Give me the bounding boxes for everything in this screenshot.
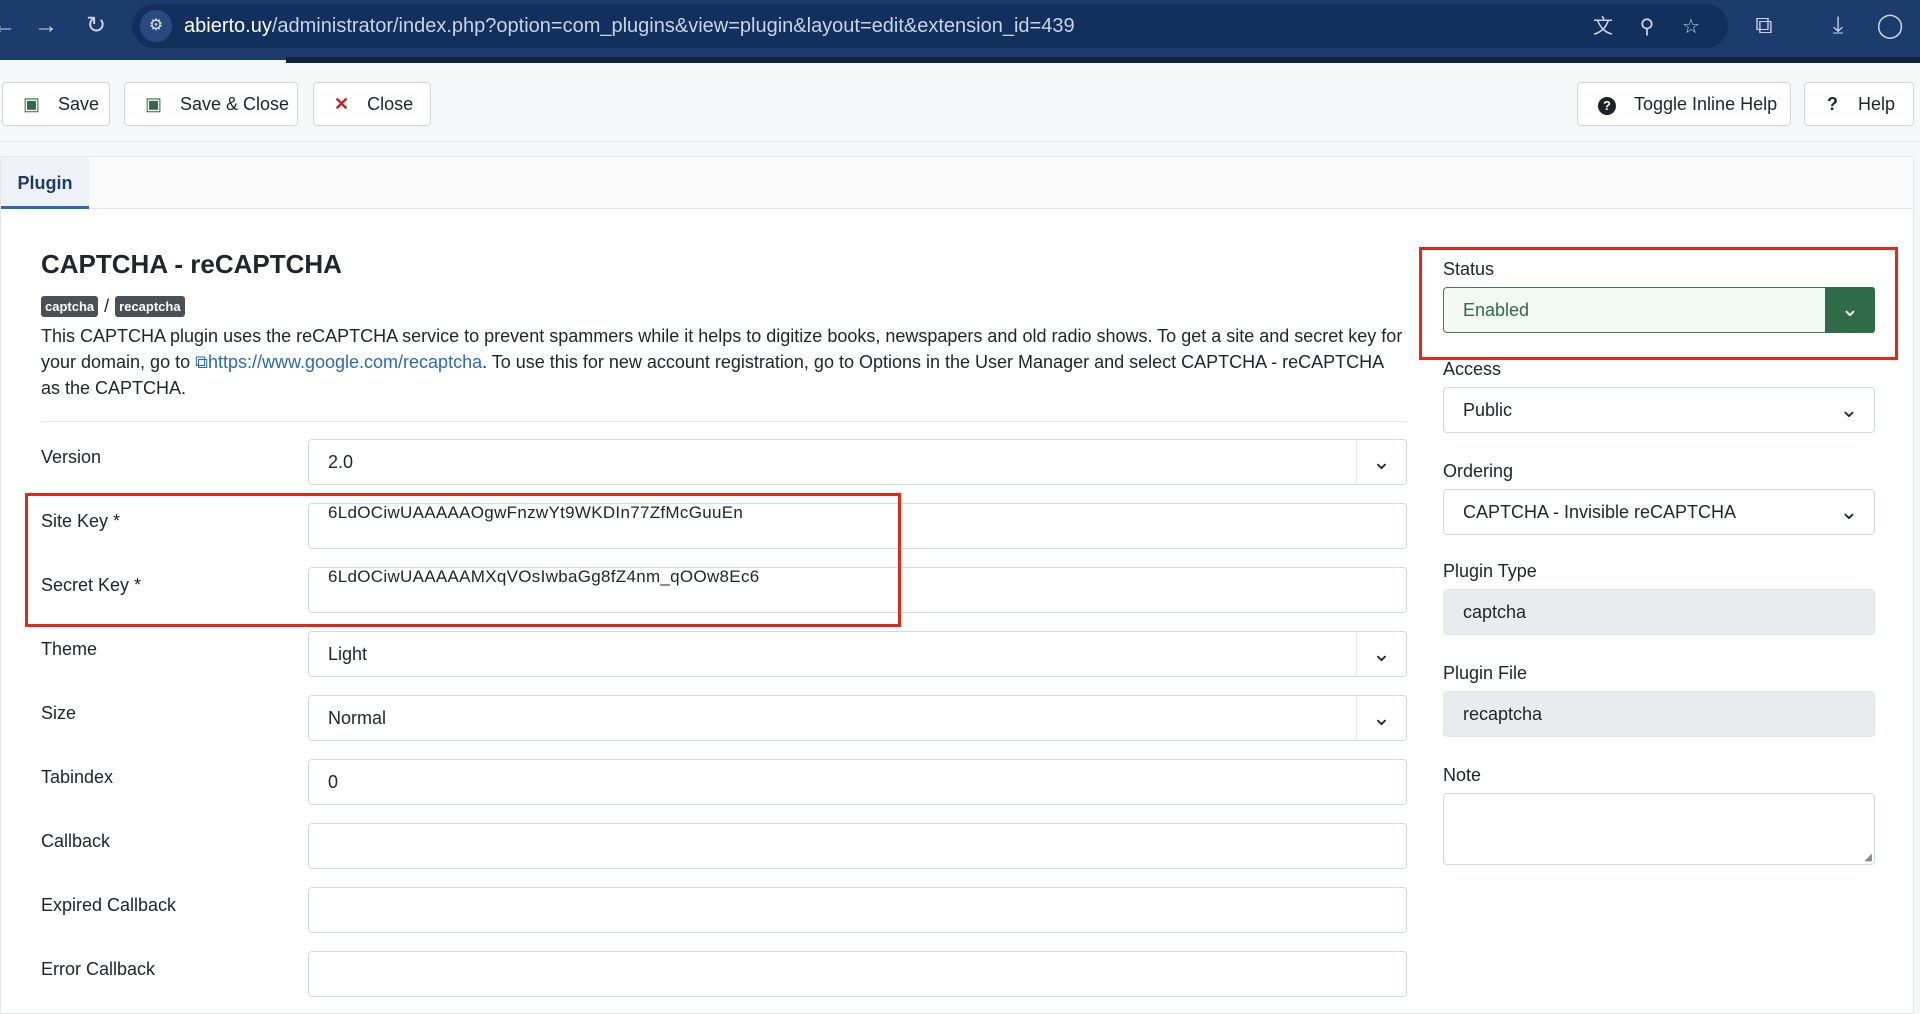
back-icon[interactable]: ← xyxy=(0,12,18,40)
note-label: Note xyxy=(1443,765,1482,785)
forward-icon[interactable]: → xyxy=(32,12,60,40)
version-select[interactable]: 2.0 ⌄ xyxy=(308,439,1407,485)
plugin-type-field: captcha xyxy=(1443,589,1875,635)
plugin-title: CAPTCHA - reCAPTCHA xyxy=(41,249,342,279)
theme-select[interactable]: Light ⌄ xyxy=(308,631,1407,677)
callback-label: Callback xyxy=(41,831,111,851)
recaptcha-link[interactable]: ⧉https://www.google.com/recaptcha xyxy=(195,352,482,372)
toolbar: ▣ Save ▣ Save & Close ✕ Close ? Toggle I… xyxy=(0,66,1920,142)
plugin-badges: captcha / recaptcha xyxy=(41,295,185,317)
address-bar[interactable]: ⚙ abierto.uy/administrator/index.php?opt… xyxy=(132,4,1728,48)
question-icon: ? xyxy=(1826,93,1838,114)
zoom-icon[interactable]: ⚲ xyxy=(1634,14,1660,40)
chevron-down-icon: ⌄ xyxy=(1356,440,1406,484)
element-badge: recaptcha xyxy=(115,295,185,317)
reload-icon[interactable]: ↻ xyxy=(82,12,110,40)
version-label: Version xyxy=(41,447,102,467)
size-label: Size xyxy=(41,703,77,723)
page-load-strip xyxy=(286,57,1920,63)
close-icon: ✕ xyxy=(334,93,350,114)
chevron-down-icon: ⌄ xyxy=(1839,397,1859,422)
translate-icon[interactable]: 文 xyxy=(1590,14,1616,40)
error-callback-label: Error Callback xyxy=(41,959,156,979)
access-select[interactable]: Public ⌄ xyxy=(1443,387,1875,433)
theme-label: Theme xyxy=(41,639,98,659)
callback-input[interactable] xyxy=(308,823,1407,869)
expired-callback-label: Expired Callback xyxy=(41,895,177,915)
site-settings-icon[interactable]: ⚙ xyxy=(140,10,172,42)
chevron-down-icon: ⌄ xyxy=(1356,696,1406,740)
bookmark-star-icon[interactable]: ☆ xyxy=(1678,14,1704,40)
browser-bar: ← → ↻ ⚙ abierto.uy/administrator/index.p… xyxy=(0,0,1920,63)
highlight-status xyxy=(1419,247,1898,360)
plugin-type-label: Plugin Type xyxy=(1443,561,1537,581)
divider xyxy=(41,421,1407,422)
external-link-icon: ⧉ xyxy=(195,352,208,372)
question-circle-icon: ? xyxy=(1598,94,1616,115)
save-icon: ▣ xyxy=(145,93,163,114)
extensions-icon[interactable]: ⧉ xyxy=(1750,12,1778,40)
plugin-edit-card: Plugin CAPTCHA - reCAPTCHA captcha / rec… xyxy=(0,156,1914,1014)
expired-callback-input[interactable] xyxy=(308,887,1407,933)
folder-badge: captcha xyxy=(41,295,99,317)
save-button[interactable]: ▣ Save xyxy=(2,82,110,126)
tabindex-input[interactable]: 0 xyxy=(308,759,1407,805)
download-icon[interactable]: ⤓ xyxy=(1824,12,1852,40)
close-button[interactable]: ✕ Close xyxy=(313,82,431,126)
help-button[interactable]: ? Help xyxy=(1804,82,1914,126)
chevron-down-icon: ⌄ xyxy=(1356,632,1406,676)
tabindex-label: Tabindex xyxy=(41,767,114,787)
access-label: Access xyxy=(1443,359,1502,379)
chevron-down-icon: ⌄ xyxy=(1839,499,1859,524)
save-close-button[interactable]: ▣ Save & Close xyxy=(124,82,298,126)
plugin-description: This CAPTCHA plugin uses the reCAPTCHA s… xyxy=(41,326,1403,398)
ordering-select[interactable]: CAPTCHA - Invisible reCAPTCHA ⌄ xyxy=(1443,489,1875,535)
error-callback-input[interactable] xyxy=(308,951,1407,997)
tab-plugin[interactable]: Plugin xyxy=(1,157,89,209)
badge-separator: / xyxy=(104,295,110,316)
note-textarea[interactable]: ◢ xyxy=(1443,793,1875,865)
toggle-inline-help-button[interactable]: ? Toggle Inline Help xyxy=(1577,82,1791,126)
save-icon: ▣ xyxy=(23,93,41,114)
plugin-file-label: Plugin File xyxy=(1443,663,1528,683)
profile-icon[interactable]: ◯ xyxy=(1876,12,1904,40)
highlight-key-fields xyxy=(25,493,901,627)
tab-bar: Plugin xyxy=(1,157,1913,209)
size-select[interactable]: Normal ⌄ xyxy=(308,695,1407,741)
ordering-label: Ordering xyxy=(1443,461,1514,481)
resize-grip-icon[interactable]: ◢ xyxy=(1864,852,1872,863)
plugin-file-field: recaptcha xyxy=(1443,691,1875,737)
url-text[interactable]: abierto.uy/administrator/index.php?optio… xyxy=(184,4,1075,48)
